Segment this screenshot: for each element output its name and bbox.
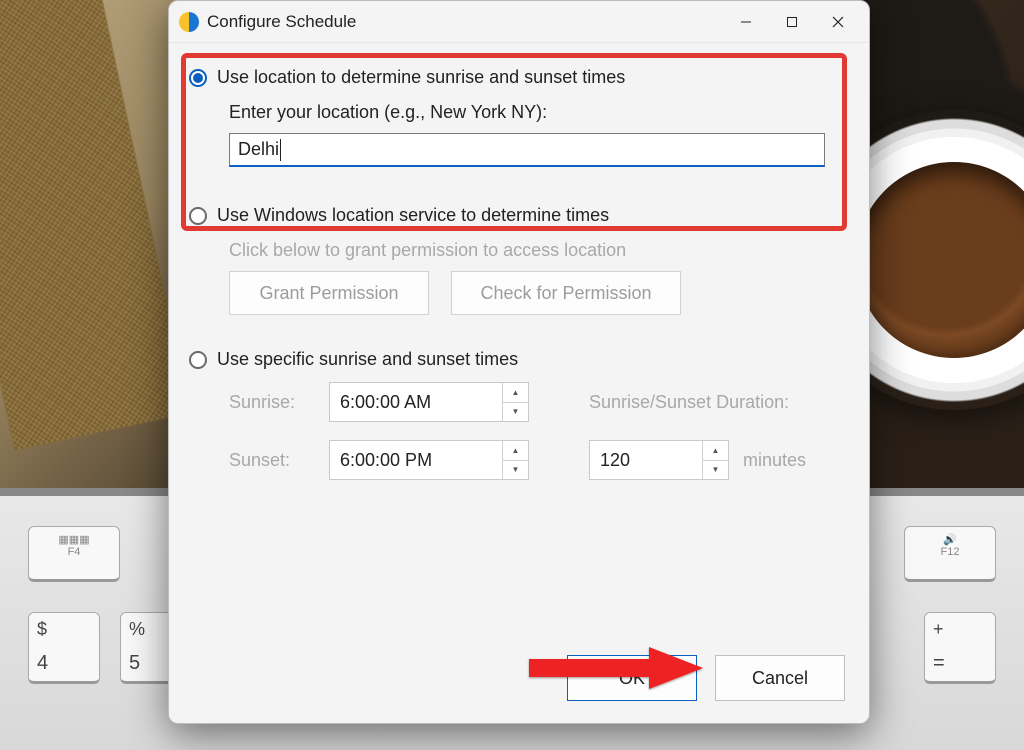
location-prompt: Enter your location (e.g., New York NY): (229, 102, 839, 123)
configure-schedule-dialog: Configure Schedule Use location to deter… (168, 0, 870, 724)
chevron-down-icon[interactable]: ▼ (503, 461, 528, 480)
radio-specific-times[interactable] (189, 351, 207, 369)
duration-input[interactable]: 120 ▲▼ (589, 440, 729, 480)
key-equals: + = (924, 612, 996, 684)
key-4: $ 4 (28, 612, 100, 684)
window-title: Configure Schedule (207, 12, 356, 32)
sunset-spinner[interactable]: ▲▼ (502, 441, 528, 479)
key-f4: ▦▦▦ F4 (28, 526, 120, 582)
option-specific-times-label: Use specific sunrise and sunset times (217, 349, 518, 370)
sunrise-label: Sunrise: (229, 392, 329, 413)
chevron-up-icon[interactable]: ▲ (503, 383, 528, 403)
sunset-time-value: 6:00:00 PM (330, 450, 502, 471)
dialog-footer: OK Cancel (567, 655, 845, 701)
radio-use-location[interactable] (189, 69, 207, 87)
sunset-time-input[interactable]: 6:00:00 PM ▲▼ (329, 440, 529, 480)
ok-button[interactable]: OK (567, 655, 697, 701)
grant-permission-hint: Click below to grant permission to acces… (229, 240, 839, 261)
sunset-label: Sunset: (229, 450, 329, 471)
text-caret (280, 139, 281, 161)
option-use-location: Use location to determine sunrise and su… (189, 59, 847, 177)
radio-windows-location[interactable] (189, 207, 207, 225)
option-use-location-label: Use location to determine sunrise and su… (217, 67, 625, 88)
option-specific-times: Use specific sunrise and sunset times Su… (189, 349, 847, 480)
grant-permission-button[interactable]: Grant Permission (229, 271, 429, 315)
duration-unit: minutes (743, 450, 806, 471)
duration-spinner[interactable]: ▲▼ (702, 441, 728, 479)
duration-label: Sunrise/Sunset Duration: (589, 392, 829, 413)
sunrise-spinner[interactable]: ▲▼ (502, 383, 528, 421)
cancel-button[interactable]: Cancel (715, 655, 845, 701)
close-button[interactable] (815, 2, 861, 42)
key-f12: 🔊 F12 (904, 526, 996, 582)
sunrise-time-value: 6:00:00 AM (330, 392, 502, 413)
sunrise-time-input[interactable]: 6:00:00 AM ▲▼ (329, 382, 529, 422)
app-icon (179, 12, 199, 32)
minimize-button[interactable] (723, 2, 769, 42)
chevron-down-icon[interactable]: ▼ (503, 403, 528, 422)
chevron-up-icon[interactable]: ▲ (503, 441, 528, 461)
chevron-up-icon[interactable]: ▲ (703, 441, 728, 461)
location-input-value: Delhi (238, 139, 279, 160)
option-windows-location-label: Use Windows location service to determin… (217, 205, 609, 226)
maximize-button[interactable] (769, 2, 815, 42)
location-input[interactable]: Delhi (229, 133, 825, 167)
chevron-down-icon[interactable]: ▼ (703, 461, 728, 480)
titlebar[interactable]: Configure Schedule (169, 1, 869, 43)
option-windows-location: Use Windows location service to determin… (189, 205, 847, 325)
check-permission-button[interactable]: Check for Permission (451, 271, 681, 315)
duration-value: 120 (590, 450, 702, 471)
